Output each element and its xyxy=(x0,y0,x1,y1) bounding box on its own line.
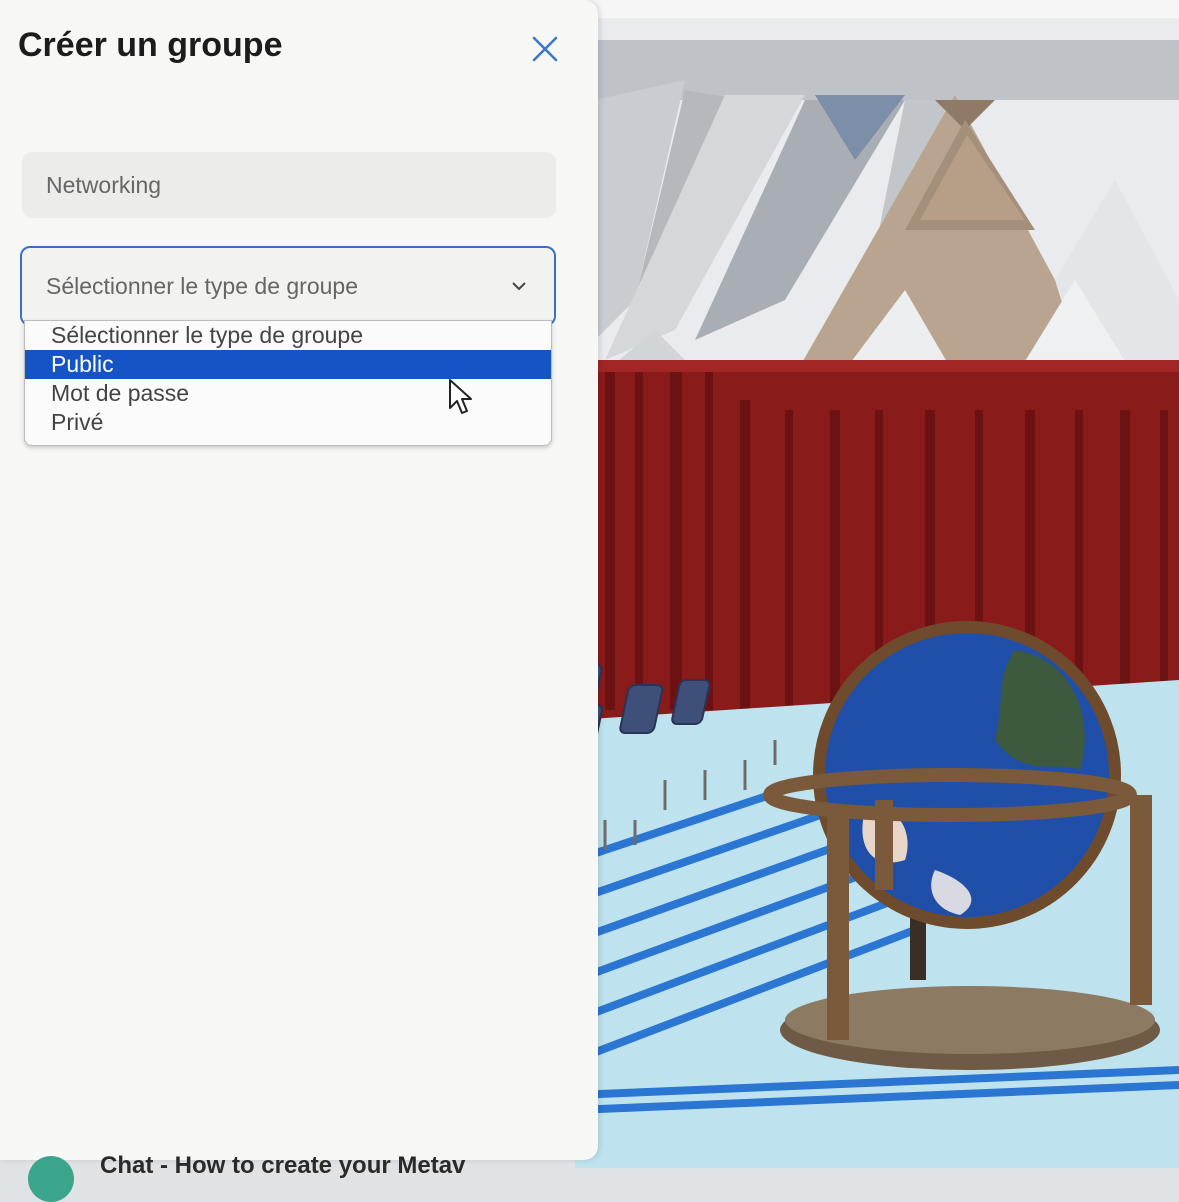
group-name-field[interactable]: Networking xyxy=(22,152,556,218)
virtual-space-viewport[interactable] xyxy=(575,0,1179,1168)
panel-title: Créer un groupe xyxy=(18,26,283,64)
option-placeholder[interactable]: Sélectionner le type de groupe xyxy=(25,321,551,350)
close-icon xyxy=(532,36,558,62)
chevron-down-icon xyxy=(512,282,526,291)
footer-caption: Chat - How to create your Metav xyxy=(100,1152,466,1179)
group-type-select[interactable]: Sélectionner le type de groupe xyxy=(20,246,556,326)
scene-illustration xyxy=(575,0,1179,1168)
option-public[interactable]: Public xyxy=(25,350,551,379)
close-button[interactable] xyxy=(526,30,564,68)
create-group-panel: Créer un groupe Networking Sélectionner … xyxy=(0,0,598,1160)
mouse-pointer-icon xyxy=(449,379,472,414)
avatar xyxy=(28,1156,74,1202)
group-type-selected-value: Sélectionner le type de groupe xyxy=(46,272,358,299)
group-name-value: Networking xyxy=(46,171,162,198)
